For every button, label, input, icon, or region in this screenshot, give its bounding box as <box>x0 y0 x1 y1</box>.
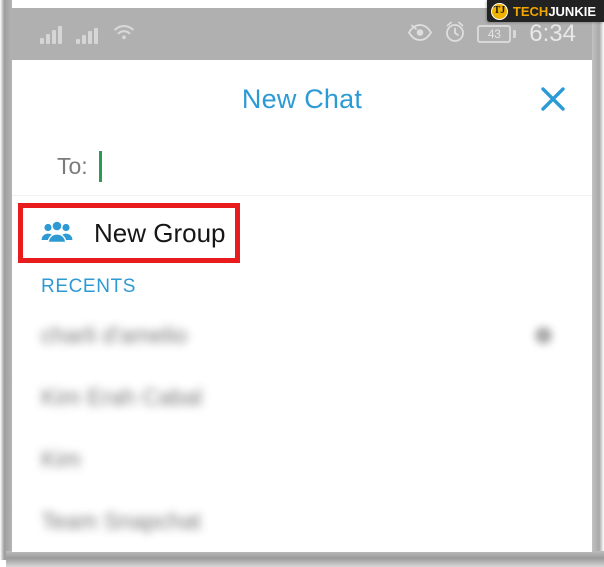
page-title: New Chat <box>241 83 363 114</box>
recents-contact-list: charli d'amelio Kim Erah Cabal Kim Team … <box>12 304 592 552</box>
contact-name: Kim <box>41 445 81 472</box>
wifi-icon <box>112 22 136 47</box>
screenshot-root: 43 6:34 New Chat To: New Group RECENTS c… <box>0 0 604 567</box>
signal-bars-icon <box>40 24 62 44</box>
new-group-zone: New Group <box>12 196 592 268</box>
group-people-icon <box>40 220 74 246</box>
signal-bars-icon-secondary <box>76 24 98 44</box>
battery-percent-label: 43 <box>487 27 501 41</box>
chat-header: New Chat <box>12 60 592 138</box>
new-group-label: New Group <box>94 217 226 248</box>
watermark-brand-first: TECH <box>512 3 549 19</box>
alarm-clock-icon <box>444 21 466 48</box>
battery-tip <box>513 30 517 38</box>
status-clock: 6:34 <box>529 20 576 47</box>
contact-name: charli d'amelio <box>41 321 188 348</box>
new-group-button[interactable]: New Group <box>18 203 240 263</box>
list-item[interactable]: Kim Erah Cabal <box>12 366 592 428</box>
to-label: To: <box>57 153 88 179</box>
frame-left-edge <box>0 0 12 560</box>
contact-name: Kim Erah Cabal <box>41 383 203 410</box>
phone-screen: 43 6:34 New Chat To: New Group RECENTS c… <box>12 8 592 552</box>
list-item[interactable]: Team Snapchat <box>12 490 592 552</box>
status-bar-right: 43 6:34 <box>407 20 576 48</box>
list-item[interactable]: Kim <box>12 428 592 490</box>
status-bar-left <box>40 22 136 47</box>
recents-section-header: RECENTS <box>41 276 136 297</box>
watermark-brand-second: JUNKIE <box>548 3 596 19</box>
list-item[interactable]: charli d'amelio <box>12 304 592 366</box>
techjunkie-badge-icon: TJ <box>490 2 508 20</box>
frame-bottom-edge <box>6 551 604 567</box>
frame-right-edge <box>592 8 604 560</box>
battery-icon: 43 <box>477 25 517 43</box>
techjunkie-badge-text: TJ <box>493 5 506 16</box>
eye-icon <box>407 22 433 47</box>
close-icon[interactable] <box>536 82 570 116</box>
contact-name: Team Snapchat <box>41 507 201 534</box>
techjunkie-watermark: TJ TECH JUNKIE <box>486 0 604 22</box>
battery-body: 43 <box>477 25 512 43</box>
contact-status-dot <box>535 326 552 344</box>
recipient-field-row[interactable]: To: <box>12 138 592 196</box>
text-caret <box>98 151 102 182</box>
